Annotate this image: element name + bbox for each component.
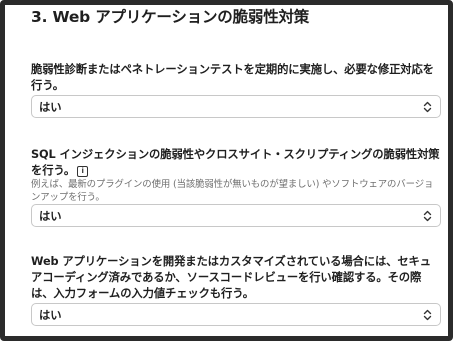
chevron-up-down-icon [423, 210, 432, 221]
question-2-hint: 例えば、最新のプラグインの使用 (当該脆弱性が無いものが望ましい) やソフトウェ… [31, 179, 434, 203]
question-2-select[interactable]: はい [31, 204, 441, 227]
question-3: Web アプリケーションを開発またはカスタマイズされている場合には、セキュアコー… [31, 254, 441, 302]
question-1-select[interactable]: はい [31, 95, 441, 118]
chevron-up-down-icon [423, 309, 432, 320]
form-section: 3. Web アプリケーションの脆弱性対策 脆弱性診断またはペネトレーションテス… [0, 0, 453, 341]
chevron-up-down-icon [423, 101, 432, 112]
question-2: SQL インジェクションの脆弱性やクロスサイト・スクリプティングの脆弱性対策を行… [31, 147, 441, 204]
question-3-text: Web アプリケーションを開発またはカスタマイズされている場合には、セキュアコー… [31, 255, 431, 300]
question-2-text: SQL インジェクションの脆弱性やクロスサイト・スクリプティングの脆弱性対策を行… [31, 148, 440, 177]
question-1-text: 脆弱性診断またはペネトレーションテストを定期的に実施し、必要な修正対応を行う。 [31, 63, 434, 92]
question-2-text-wrap: SQL インジェクションの脆弱性やクロスサイト・スクリプティングの脆弱性対策を行… [31, 147, 441, 179]
section-title: 3. Web アプリケーションの脆弱性対策 [31, 8, 310, 26]
question-1-select-value: はい [39, 100, 62, 114]
question-3-select[interactable]: はい [31, 303, 441, 326]
question-2-select-value: はい [39, 209, 62, 223]
question-3-select-value: はい [39, 308, 62, 322]
info-icon[interactable]: i [77, 166, 89, 177]
